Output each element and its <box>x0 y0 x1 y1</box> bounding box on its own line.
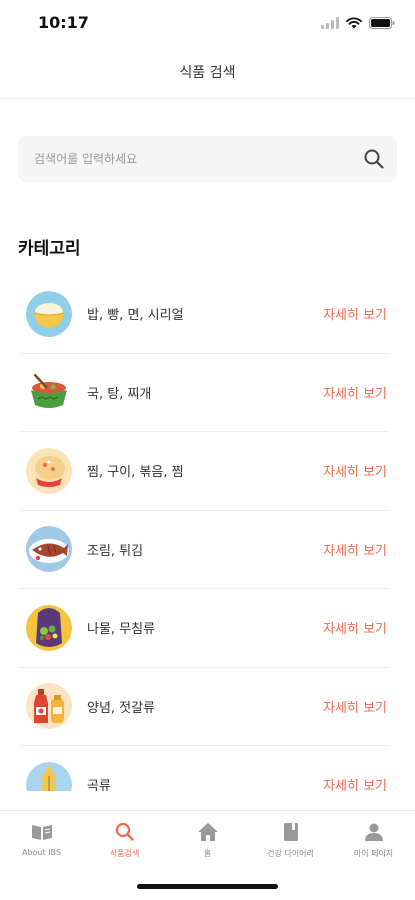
list-item-category-seasoning[interactable]: 양념, 젓갈류 자세히 보기 <box>18 668 389 746</box>
view-detail-link[interactable]: 자세히 보기 <box>323 383 387 402</box>
home-icon <box>196 821 220 843</box>
view-detail-link[interactable]: 자세히 보기 <box>323 540 387 559</box>
tab-home[interactable]: 홈 <box>166 811 249 872</box>
steamed-dish-icon <box>26 447 72 494</box>
list-item-category-steamed[interactable]: 찜, 구이, 볶음, 찜 자세히 보기 <box>18 432 389 511</box>
tab-about-ibs[interactable]: About IBS <box>0 811 83 872</box>
view-detail-link[interactable]: 자세히 보기 <box>323 697 387 716</box>
category-label: 나물, 무침류 <box>87 622 156 638</box>
category-label: 국, 탕, 찌개 <box>87 386 152 402</box>
category-label: 곡류 <box>87 779 111 791</box>
view-detail-link[interactable]: 자세히 보기 <box>323 304 387 323</box>
category-label: 밥, 빵, 면, 시리얼 <box>87 308 184 324</box>
category-label: 양념, 젓갈류 <box>87 700 156 716</box>
list-item-category-rice[interactable]: 밥, 빵, 면, 시리얼 자세히 보기 <box>18 275 389 354</box>
view-detail-link[interactable]: 자세히 보기 <box>323 618 387 637</box>
stew-pot-icon <box>26 369 72 416</box>
search-input[interactable] <box>34 136 354 182</box>
status-time: 10:17 <box>38 13 89 32</box>
list-item-category-namul[interactable]: 나물, 무침류 자세히 보기 <box>18 589 389 668</box>
tab-label: 식품검색 <box>109 849 140 858</box>
tab-label: About IBS <box>22 848 61 857</box>
page-title: 식품 검색 <box>179 65 236 81</box>
list-item-category-soup[interactable]: 국, 탕, 찌개 자세히 보기 <box>18 354 389 432</box>
signal-icon <box>321 14 339 33</box>
tab-health-diary[interactable]: 건강 다이어리 <box>249 811 332 872</box>
category-label: 찜, 구이, 볶음, 찜 <box>87 465 184 481</box>
book-open-icon <box>30 821 54 843</box>
tab-my-page[interactable]: 마이 페이지 <box>332 811 415 872</box>
category-section-title: 카테고리 <box>18 239 81 259</box>
home-indicator[interactable] <box>137 884 278 889</box>
list-item-category-braised[interactable]: 조림, 튀김 자세히 보기 <box>18 511 389 589</box>
diary-icon <box>279 821 303 843</box>
search-icon <box>113 821 137 843</box>
bottom-tab-bar: About IBS 식품검색 홈 건강 다이어리 마이 페이지 <box>0 810 415 872</box>
tab-label: 홈 <box>203 849 212 858</box>
tab-food-search[interactable]: 식품검색 <box>83 811 166 872</box>
tab-label: 건강 다이어리 <box>267 849 314 858</box>
rice-bowl-icon <box>26 290 72 337</box>
battery-icon <box>369 14 395 33</box>
braised-fish-icon <box>26 526 72 573</box>
vegetable-salad-icon <box>26 604 72 651</box>
wifi-icon <box>346 14 362 33</box>
view-detail-link[interactable]: 자세히 보기 <box>323 775 387 791</box>
view-detail-link[interactable]: 자세히 보기 <box>323 461 387 480</box>
wheat-grain-icon <box>26 761 72 791</box>
tab-label: 마이 페이지 <box>353 849 394 858</box>
person-icon <box>362 821 386 843</box>
category-label: 조림, 튀김 <box>87 543 144 559</box>
search-bar[interactable] <box>18 136 397 182</box>
status-bar: 10:17 <box>0 0 415 46</box>
list-item-category-grain[interactable]: 곡류 자세히 보기 <box>18 746 389 791</box>
category-list: 밥, 빵, 면, 시리얼 자세히 보기 국, 탕, 찌개 자세히 보기 찜, 구… <box>18 275 389 791</box>
search-icon[interactable] <box>363 148 385 170</box>
sauce-bottle-icon <box>26 683 72 730</box>
header-divider <box>0 98 415 99</box>
